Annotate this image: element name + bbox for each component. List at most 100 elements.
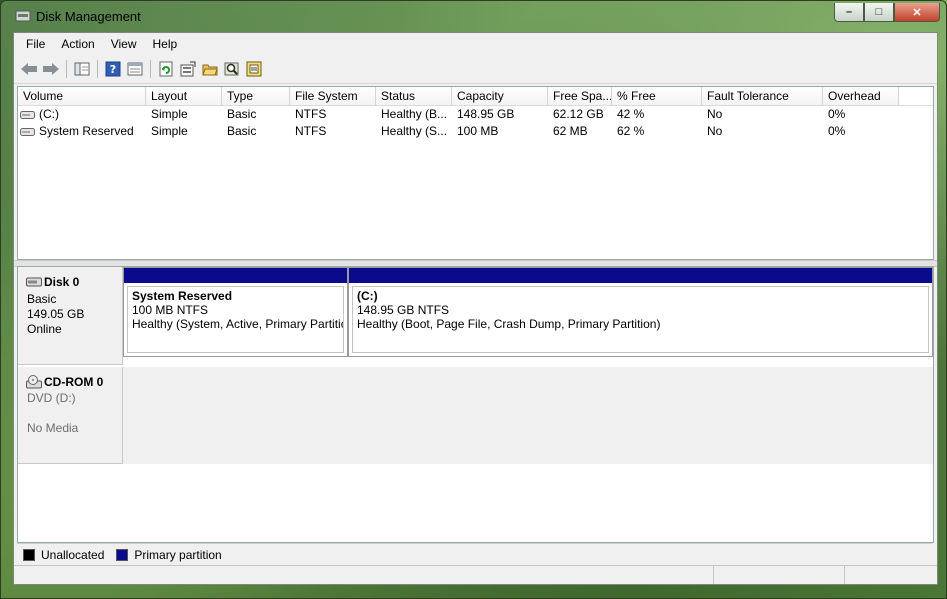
overhead-cell: 0% bbox=[828, 124, 846, 138]
status-cell: Healthy (B... bbox=[381, 107, 448, 121]
disk-state: Online bbox=[27, 322, 62, 336]
toolbar: ? bbox=[14, 55, 937, 84]
volume-icon bbox=[20, 127, 35, 136]
column-header-status[interactable]: Status bbox=[376, 87, 452, 105]
column-header-fault-tolerance[interactable]: Fault Tolerance bbox=[702, 87, 823, 105]
cdrom-0-label[interactable]: CD-ROM 0 DVD (D:) No Media bbox=[18, 367, 123, 464]
legend-swatch-unallocated bbox=[23, 549, 35, 561]
close-button[interactable]: ✕ bbox=[894, 3, 940, 22]
status-pane-main bbox=[14, 566, 715, 584]
cdrom-0-row: CD-ROM 0 DVD (D:) No Media bbox=[18, 367, 933, 464]
svg-text:?: ? bbox=[110, 63, 116, 76]
disk-0-row: Disk 0 Basic 149.05 GB Online System Res… bbox=[18, 267, 933, 365]
hard-disk-icon bbox=[26, 277, 42, 287]
rescan-icon bbox=[180, 61, 196, 77]
file-system-cell: NTFS bbox=[295, 124, 327, 138]
table-row[interactable]: (C:) Simple Basic NTFS Healthy (B... 148… bbox=[18, 106, 933, 123]
forward-arrow-icon bbox=[43, 63, 59, 75]
menu-action[interactable]: Action bbox=[53, 37, 102, 51]
fault-tolerance-cell: No bbox=[707, 124, 723, 138]
back-arrow-icon bbox=[21, 63, 37, 75]
volume-icon bbox=[20, 110, 35, 119]
disk-0-label[interactable]: Disk 0 Basic 149.05 GB Online bbox=[18, 267, 123, 365]
percent-free-cell: 42 % bbox=[617, 107, 645, 121]
refresh-button[interactable] bbox=[155, 58, 177, 80]
toolbar-separator bbox=[97, 60, 98, 78]
cdrom-type: DVD (D:) bbox=[27, 391, 76, 405]
partition-color-bar bbox=[124, 268, 347, 283]
legend-label: Unallocated bbox=[41, 548, 105, 562]
menu-help[interactable]: Help bbox=[145, 37, 186, 51]
column-header-layout[interactable]: Layout bbox=[146, 87, 222, 105]
menu-view[interactable]: View bbox=[103, 37, 145, 51]
disk-management-app-icon bbox=[15, 10, 31, 22]
column-header-percent-free[interactable]: % Free bbox=[612, 87, 702, 105]
type-cell: Basic bbox=[227, 107, 257, 121]
partition-status: Healthy (Boot, Page File, Crash Dump, Pr… bbox=[357, 317, 661, 331]
partition-size: 148.95 GB NTFS bbox=[357, 303, 450, 317]
type-cell: Basic bbox=[227, 124, 257, 138]
file-system-cell: NTFS bbox=[295, 107, 327, 121]
maximize-button[interactable]: □ bbox=[864, 3, 894, 22]
column-header-volume[interactable]: Volume bbox=[18, 87, 146, 105]
legend-item-unallocated: Unallocated bbox=[23, 548, 104, 562]
rescan-button[interactable] bbox=[177, 58, 199, 80]
help-button[interactable]: ? bbox=[102, 58, 124, 80]
column-header-file-system[interactable]: File System bbox=[290, 87, 376, 105]
volume-name: System Reserved bbox=[39, 124, 134, 138]
back-button[interactable] bbox=[18, 58, 40, 80]
search-button[interactable] bbox=[221, 58, 243, 80]
client-area: File Action View Help ? Volume Layout Ty… bbox=[13, 32, 938, 585]
overhead-cell: 0% bbox=[828, 107, 846, 121]
volume-list: Volume Layout Type File System Status Ca… bbox=[17, 86, 934, 260]
capacity-cell: 148.95 GB bbox=[457, 107, 515, 121]
column-header-overhead[interactable]: Overhead bbox=[823, 87, 899, 105]
toolbar-separator bbox=[150, 60, 151, 78]
partition-name: System Reserved bbox=[132, 289, 233, 303]
cdrom-media: No Media bbox=[27, 421, 79, 435]
free-space-cell: 62 MB bbox=[553, 124, 588, 138]
refresh-icon bbox=[159, 61, 173, 77]
legend-swatch-primary-partition bbox=[116, 549, 129, 561]
disk-name: Disk 0 bbox=[44, 275, 80, 289]
window-title: Disk Management bbox=[36, 9, 141, 24]
forward-button[interactable] bbox=[40, 58, 62, 80]
disk-management-window: Disk Management – □ ✕ File Action View H… bbox=[0, 0, 947, 599]
volume-name: (C:) bbox=[39, 107, 59, 121]
capacity-cell: 100 MB bbox=[457, 124, 499, 138]
open-folder-icon bbox=[202, 64, 218, 76]
properties-icon bbox=[127, 62, 143, 76]
show-window-button[interactable] bbox=[243, 58, 265, 80]
help-icon: ? bbox=[105, 61, 121, 77]
properties-button[interactable] bbox=[124, 58, 146, 80]
layout-cell: Simple bbox=[151, 124, 188, 138]
percent-free-cell: 62 % bbox=[617, 124, 645, 138]
partition-size: 100 MB NTFS bbox=[132, 303, 209, 317]
column-header-free-space[interactable]: Free Spa... bbox=[548, 87, 612, 105]
toolbar-separator bbox=[66, 60, 67, 78]
menu-bar: File Action View Help bbox=[14, 33, 937, 55]
fault-tolerance-cell: No bbox=[707, 107, 723, 121]
minimize-button[interactable]: – bbox=[834, 3, 864, 22]
open-button[interactable] bbox=[199, 58, 221, 80]
status-pane-right bbox=[845, 566, 937, 584]
legend-label: Primary partition bbox=[134, 548, 222, 562]
free-space-cell: 62.12 GB bbox=[553, 107, 604, 121]
legend-item-primary-partition: Primary partition bbox=[116, 548, 222, 562]
show-hide-console-tree-icon bbox=[74, 62, 90, 76]
column-header-capacity[interactable]: Capacity bbox=[452, 87, 548, 105]
disk-size: 149.05 GB bbox=[27, 307, 85, 321]
partition-color-bar bbox=[349, 268, 932, 283]
partition-c-drive[interactable]: (C:) 148.95 GB NTFS Healthy (Boot, Page … bbox=[348, 267, 933, 357]
show-hide-console-tree-button[interactable] bbox=[71, 58, 93, 80]
table-row[interactable]: System Reserved Simple Basic NTFS Health… bbox=[18, 123, 933, 140]
column-header-type[interactable]: Type bbox=[222, 87, 290, 105]
status-cell: Healthy (S... bbox=[381, 124, 448, 138]
partition-system-reserved[interactable]: System Reserved 100 MB NTFS Healthy (Sys… bbox=[123, 267, 348, 357]
disk-name: CD-ROM 0 bbox=[44, 375, 104, 389]
menu-file[interactable]: File bbox=[14, 37, 53, 51]
partition-status: Healthy (System, Active, Primary Partiti… bbox=[132, 317, 344, 331]
partition-name: (C:) bbox=[357, 289, 378, 303]
volume-list-header: Volume Layout Type File System Status Ca… bbox=[18, 87, 933, 106]
title-bar[interactable]: Disk Management – □ ✕ bbox=[1, 1, 946, 31]
